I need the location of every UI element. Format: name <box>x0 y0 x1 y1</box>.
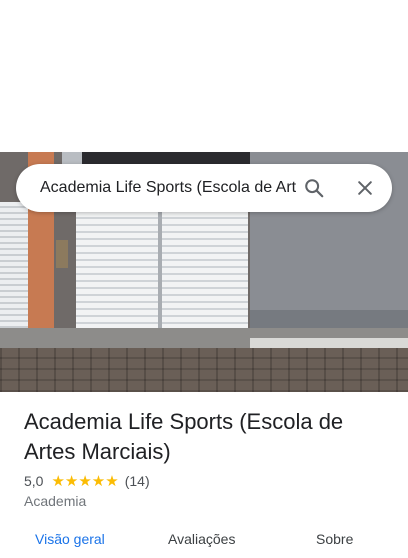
search-input[interactable] <box>40 164 304 212</box>
photo-electric-box <box>56 240 68 268</box>
place-tabs: Visão geral Avaliações Sobre <box>0 528 408 558</box>
place-title: Academia Life Sports (Escola de Artes Ma… <box>24 409 344 464</box>
photo-side-shutter <box>0 202 30 332</box>
search-button[interactable] <box>298 172 330 204</box>
place-category[interactable]: Academia <box>24 493 86 509</box>
photo-storefront-sign <box>82 152 268 164</box>
search-icon <box>305 179 324 198</box>
close-icon <box>358 181 372 195</box>
photo-main-shutter <box>76 212 248 328</box>
photo-street <box>0 348 408 392</box>
tab-overview[interactable]: Visão geral <box>35 531 105 547</box>
search-bar[interactable] <box>16 164 392 212</box>
close-button[interactable] <box>349 172 381 204</box>
reviews-count[interactable]: (14) <box>125 473 150 489</box>
rating-stars: ★★★★★ <box>51 473 119 490</box>
tab-about[interactable]: Sobre <box>316 531 353 547</box>
rating-row[interactable]: 5,0 ★★★★★ (14) <box>24 471 150 491</box>
tab-reviews[interactable]: Avaliações <box>168 531 235 547</box>
photo-shutter-divider <box>158 212 162 328</box>
rating-value: 5,0 <box>24 473 44 489</box>
